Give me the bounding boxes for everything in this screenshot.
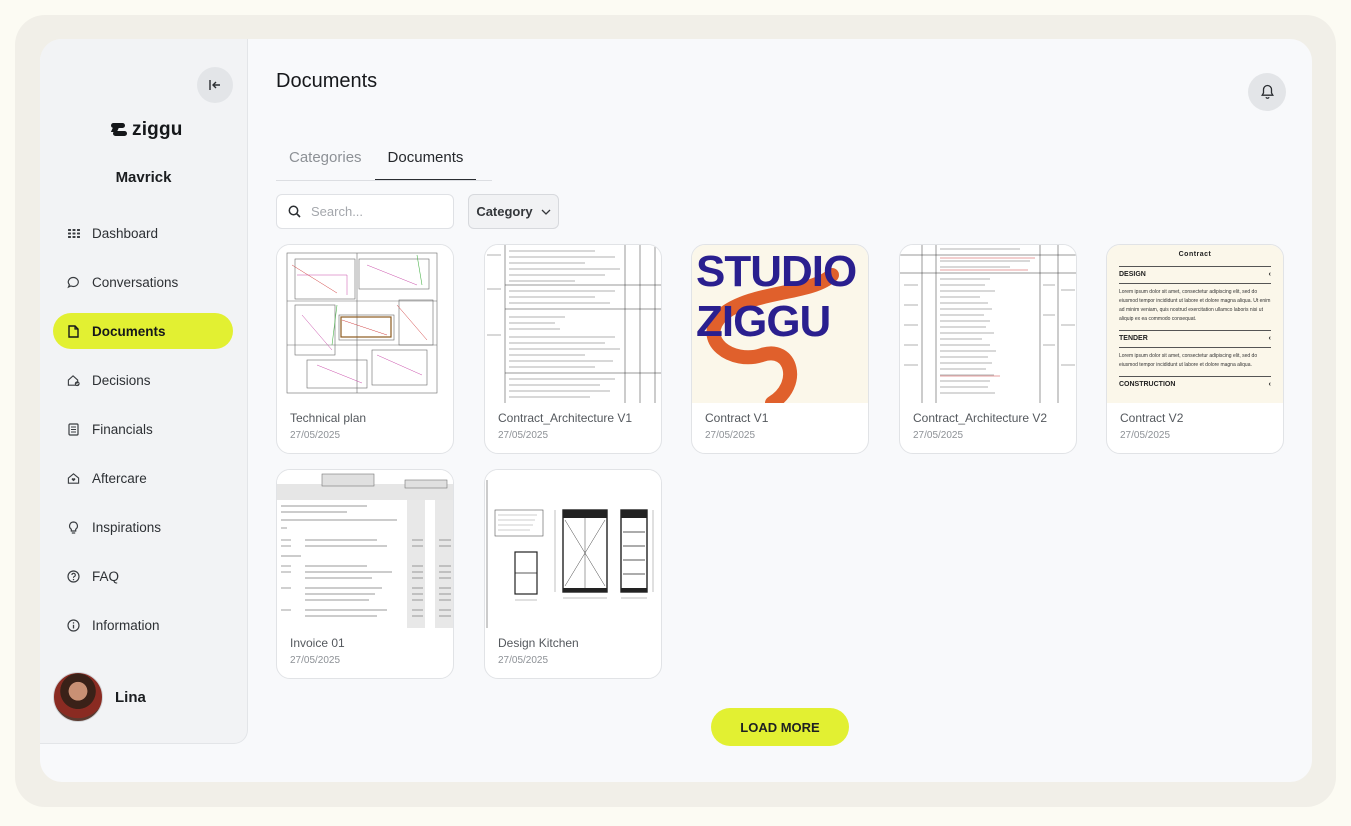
document-card-invoice-01[interactable]: Invoice 01 27/05/2025 bbox=[276, 469, 454, 679]
document-card-contract-v1[interactable]: STUDIO ZIGGU Contract V1 27/05/2025 bbox=[691, 244, 869, 454]
collapse-sidebar-button[interactable] bbox=[197, 67, 233, 103]
user-name: Lina bbox=[115, 688, 146, 706]
sidebar-item-documents[interactable]: Documents bbox=[53, 313, 233, 349]
receipt-icon bbox=[67, 422, 80, 436]
grid-icon bbox=[67, 227, 80, 240]
category-dropdown[interactable]: Category bbox=[468, 194, 559, 229]
document-date: 27/05/2025 bbox=[913, 430, 964, 441]
section-header: CONSTRUCTION ‹ bbox=[1119, 381, 1271, 388]
section-title: TENDER bbox=[1119, 335, 1148, 342]
document-thumbnail bbox=[485, 470, 661, 628]
document-thumbnail bbox=[900, 245, 1076, 403]
ziggu-text-line: ZIGGU bbox=[696, 297, 831, 346]
tab-documents[interactable]: Documents bbox=[374, 143, 477, 180]
document-thumbnail bbox=[485, 245, 661, 403]
document-title: Design Kitchen bbox=[498, 636, 579, 650]
section-header: TENDER ‹ bbox=[1119, 335, 1271, 342]
sidebar-item-conversations[interactable]: Conversations bbox=[53, 264, 233, 300]
document-title: Technical plan bbox=[290, 411, 367, 425]
document-thumbnail: Contract DESIGN ‹ Lorem ipsum dolor sit a… bbox=[1107, 245, 1283, 403]
expand-icon: ‹ bbox=[1268, 381, 1271, 388]
house-heart-icon bbox=[67, 472, 80, 485]
sidebar-item-label: Conversations bbox=[92, 274, 179, 290]
expand-icon: ‹ bbox=[1268, 335, 1271, 342]
category-label: Category bbox=[476, 204, 533, 219]
user-profile[interactable]: Lina bbox=[53, 672, 146, 722]
chat-icon bbox=[67, 276, 80, 289]
document-date: 27/05/2025 bbox=[705, 430, 756, 441]
load-more-button[interactable]: LOAD MORE bbox=[711, 708, 849, 746]
sidebar-item-label: Documents bbox=[92, 323, 166, 339]
document-card-contract-architecture-v2[interactable]: Contract_Architecture V2 27/05/2025 bbox=[899, 244, 1077, 454]
document-title: Contract V1 bbox=[705, 411, 769, 425]
notifications-button[interactable] bbox=[1248, 73, 1286, 111]
section-body: Lorem ipsum dolor sit amet, consectetur … bbox=[1119, 283, 1271, 324]
document-title: Contract_Architecture V2 bbox=[913, 411, 1048, 425]
document-date: 27/05/2025 bbox=[498, 655, 549, 666]
contract-section-design: DESIGN ‹ Lorem ipsum dolor sit amet, cons… bbox=[1119, 266, 1271, 324]
document-title: Invoice 01 bbox=[290, 636, 345, 650]
sidebar-item-label: Financials bbox=[92, 421, 153, 437]
document-date: 27/05/2025 bbox=[290, 430, 341, 441]
section-title: DESIGN bbox=[1119, 271, 1146, 278]
document-card-contract-v2[interactable]: Contract DESIGN ‹ Lorem ipsum dolor sit a… bbox=[1106, 244, 1284, 454]
studio-ziggu-artwork: STUDIO ZIGGU bbox=[692, 245, 868, 403]
organization-name: Mavrick bbox=[115, 169, 172, 186]
question-icon bbox=[67, 569, 80, 583]
avatar[interactable] bbox=[53, 672, 103, 722]
document-thumbnail bbox=[277, 245, 453, 403]
section-title: CONSTRUCTION bbox=[1119, 381, 1176, 388]
section-header: DESIGN ‹ bbox=[1119, 271, 1271, 278]
search-input[interactable] bbox=[311, 204, 441, 219]
logo-text: ziggu bbox=[132, 119, 183, 140]
document-date: 27/05/2025 bbox=[1120, 430, 1171, 441]
app-window: ziggu Mavrick Dashboard Conversations Do… bbox=[40, 39, 1312, 782]
sidebar: ziggu Mavrick Dashboard Conversations Do… bbox=[40, 39, 248, 744]
document-title: Contract V2 bbox=[1120, 411, 1184, 425]
home-check-icon bbox=[67, 374, 80, 387]
sidebar-item-label: Decisions bbox=[92, 372, 151, 388]
bell-icon bbox=[1260, 84, 1274, 99]
document-thumbnail: STUDIO ZIGGU bbox=[692, 245, 868, 403]
document-date: 27/05/2025 bbox=[290, 655, 341, 666]
sidebar-item-label: FAQ bbox=[92, 568, 120, 584]
sidebar-item-label: Dashboard bbox=[92, 225, 159, 241]
sidebar-nav: Dashboard Conversations Documents Decisi… bbox=[53, 215, 233, 656]
sidebar-item-dashboard[interactable]: Dashboard bbox=[53, 215, 233, 251]
section-body: Lorem ipsum dolor sit amet, consectetur … bbox=[1119, 347, 1271, 370]
document-title: Contract_Architecture V1 bbox=[498, 411, 633, 425]
contract-preview-heading: Contract bbox=[1178, 251, 1212, 258]
sidebar-item-label: Inspirations bbox=[92, 519, 162, 535]
sidebar-item-information[interactable]: Information bbox=[53, 607, 233, 643]
tab-bar: Categories Documents bbox=[276, 143, 492, 181]
contract-preview: Contract DESIGN ‹ Lorem ipsum dolor sit a… bbox=[1107, 245, 1283, 403]
document-card-design-kitchen[interactable]: Design Kitchen 27/05/2025 bbox=[484, 469, 662, 679]
document-card-contract-architecture-v1[interactable]: Contract_Architecture V1 27/05/2025 bbox=[484, 244, 662, 454]
sidebar-item-label: Aftercare bbox=[92, 470, 147, 486]
chevron-down-icon bbox=[541, 209, 551, 215]
info-icon bbox=[67, 618, 80, 632]
tab-categories[interactable]: Categories bbox=[276, 143, 375, 180]
document-date: 27/05/2025 bbox=[498, 430, 549, 441]
studio-text-line: STUDIO bbox=[696, 247, 857, 296]
search-icon bbox=[288, 205, 301, 218]
contract-section-construction: CONSTRUCTION ‹ bbox=[1119, 376, 1271, 388]
sidebar-item-financials[interactable]: Financials bbox=[53, 411, 233, 447]
sidebar-item-aftercare[interactable]: Aftercare bbox=[53, 460, 233, 496]
expand-icon: ‹ bbox=[1268, 271, 1271, 278]
collapse-icon bbox=[209, 80, 220, 90]
page-title: Documents bbox=[276, 70, 378, 92]
sidebar-item-faq[interactable]: FAQ bbox=[53, 558, 233, 594]
document-card-technical-plan[interactable]: Technical plan 27/05/2025 bbox=[276, 244, 454, 454]
search-box bbox=[276, 194, 454, 229]
contract-section-tender: TENDER ‹ Lorem ipsum dolor sit amet, cons… bbox=[1119, 330, 1271, 370]
ziggu-logo-icon bbox=[110, 123, 127, 136]
logo: ziggu bbox=[110, 119, 183, 141]
sidebar-item-label: Information bbox=[92, 617, 160, 633]
sidebar-item-decisions[interactable]: Decisions bbox=[53, 362, 233, 398]
lightbulb-icon bbox=[67, 520, 80, 534]
document-thumbnail bbox=[277, 470, 453, 628]
document-icon bbox=[67, 324, 80, 338]
sidebar-item-inspirations[interactable]: Inspirations bbox=[53, 509, 233, 545]
